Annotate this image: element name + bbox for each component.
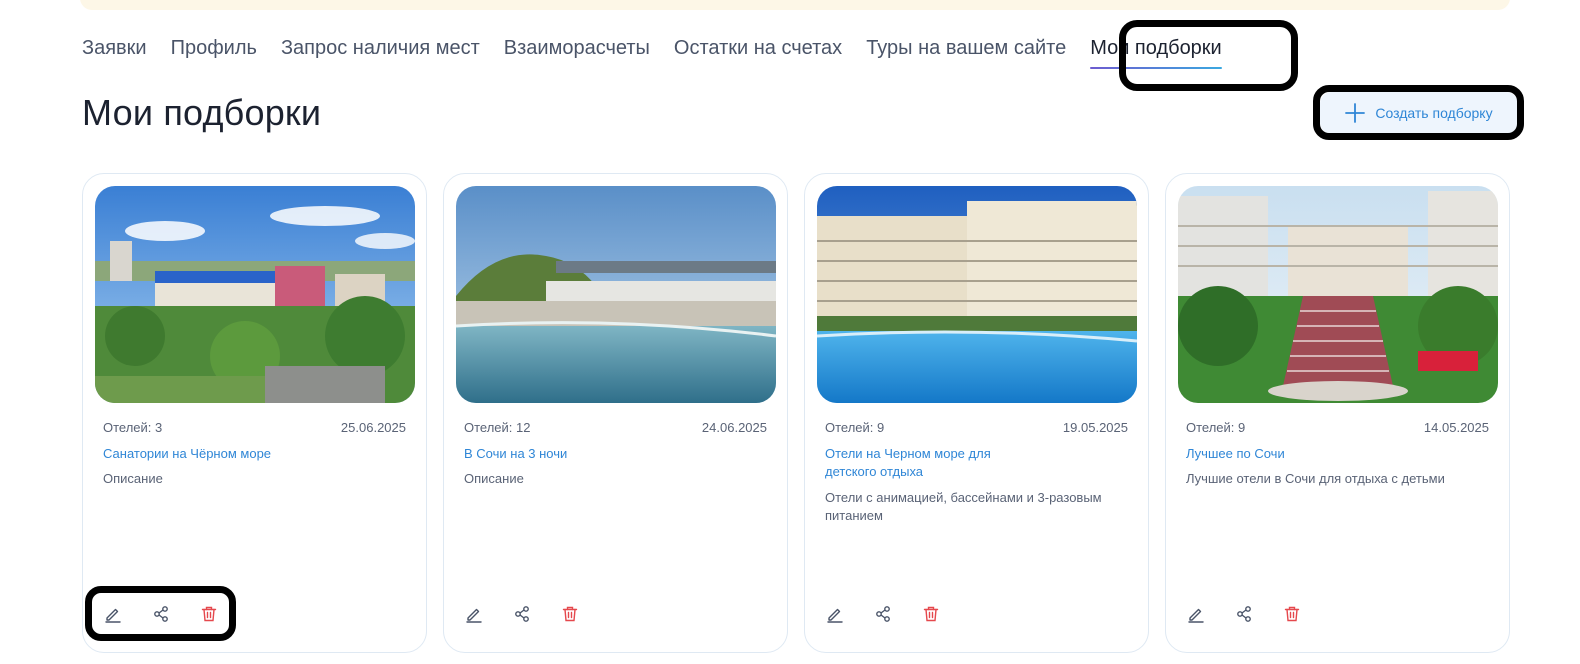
create-collection-label: Создать подборку bbox=[1375, 105, 1493, 121]
card-actions bbox=[464, 604, 580, 624]
card-meta: Отелей: 9 14.05.2025 bbox=[1186, 420, 1489, 435]
create-collection-button[interactable]: Создать подборку bbox=[1320, 92, 1518, 134]
hotels-count: Отелей: 9 bbox=[825, 420, 885, 435]
tab-account-balances[interactable]: Остатки на счетах bbox=[674, 34, 842, 62]
card-date: 14.05.2025 bbox=[1423, 420, 1489, 435]
tab-requests[interactable]: Заявки bbox=[82, 34, 147, 62]
pencil-icon[interactable] bbox=[825, 604, 845, 624]
card-description: Отели с анимацией, бассейнами и 3-разовы… bbox=[825, 490, 1102, 523]
pencil-icon[interactable] bbox=[103, 604, 123, 624]
card-title-link[interactable]: Отели на Черном море для детского отдыха bbox=[825, 445, 1015, 481]
card-actions bbox=[825, 604, 941, 624]
share-icon[interactable] bbox=[151, 604, 171, 624]
card-description: Описание bbox=[464, 471, 524, 486]
collection-card: Отелей: 3 25.06.2025 Санатории на Чёрном… bbox=[82, 173, 427, 653]
hotel-garden-stairs-photo bbox=[1178, 186, 1498, 403]
card-actions bbox=[1186, 604, 1302, 624]
tab-my-collections[interactable]: Мои подборки bbox=[1090, 34, 1222, 69]
page-title: Мои подборки bbox=[82, 92, 322, 133]
card-title-link[interactable]: Лучшее по Сочи bbox=[1186, 445, 1406, 463]
resort-town-aerial-photo bbox=[95, 186, 415, 403]
pencil-icon[interactable] bbox=[464, 604, 484, 624]
card-date: 25.06.2025 bbox=[340, 420, 406, 435]
collection-card: Отелей: 9 14.05.2025 Лучшее по Сочи Лучш… bbox=[1165, 173, 1510, 653]
tab-tours-on-site[interactable]: Туры на вашем сайте bbox=[866, 34, 1066, 62]
trash-icon[interactable] bbox=[199, 604, 219, 624]
tab-settlements[interactable]: Взаиморасчеты bbox=[504, 34, 650, 62]
tab-profile[interactable]: Профиль bbox=[171, 34, 257, 62]
trash-icon[interactable] bbox=[921, 604, 941, 624]
card-description: Лучшие отели в Сочи для отдыха с детьми bbox=[1186, 471, 1445, 486]
card-title-link[interactable]: Санатории на Чёрном море bbox=[103, 445, 323, 463]
pencil-icon[interactable] bbox=[1186, 604, 1206, 624]
share-icon[interactable] bbox=[512, 604, 532, 624]
card-date: 24.06.2025 bbox=[701, 420, 767, 435]
card-meta: Отелей: 9 19.05.2025 bbox=[825, 420, 1128, 435]
collection-card: Отелей: 12 24.06.2025 В Сочи на 3 ночи О… bbox=[443, 173, 788, 653]
share-icon[interactable] bbox=[873, 604, 893, 624]
top-banner bbox=[80, 0, 1510, 10]
card-meta: Отелей: 3 25.06.2025 bbox=[103, 420, 406, 435]
collection-card: Отелей: 9 19.05.2025 Отели на Черном мор… bbox=[804, 173, 1149, 653]
card-actions bbox=[103, 604, 219, 624]
tab-availability-request[interactable]: Запрос наличия мест bbox=[281, 34, 480, 62]
hotels-count: Отелей: 3 bbox=[103, 420, 163, 435]
trash-icon[interactable] bbox=[1282, 604, 1302, 624]
hotel-pool-photo bbox=[817, 186, 1137, 403]
hotels-count: Отелей: 12 bbox=[464, 420, 531, 435]
card-description: Описание bbox=[103, 471, 163, 486]
hotels-count: Отелей: 9 bbox=[1186, 420, 1246, 435]
card-title-link[interactable]: В Сочи на 3 ночи bbox=[464, 445, 684, 463]
card-meta: Отелей: 12 24.06.2025 bbox=[464, 420, 767, 435]
pebble-beach-sea-photo bbox=[456, 186, 776, 403]
share-icon[interactable] bbox=[1234, 604, 1254, 624]
card-date: 19.05.2025 bbox=[1062, 420, 1128, 435]
plus-icon bbox=[1345, 102, 1366, 124]
trash-icon[interactable] bbox=[560, 604, 580, 624]
tabs-nav: Заявки Профиль Запрос наличия мест Взаим… bbox=[82, 34, 1246, 74]
